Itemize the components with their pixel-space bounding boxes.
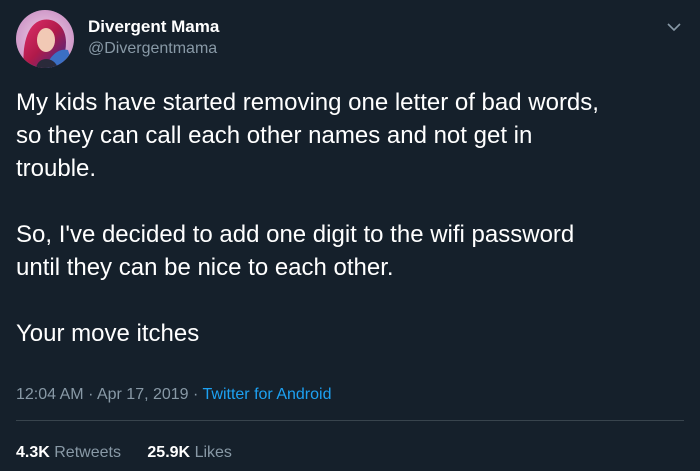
- likes-count: 25.9K: [147, 444, 191, 461]
- tweet-line: Your move itches: [16, 320, 200, 347]
- chevron-down-icon[interactable]: [664, 20, 684, 34]
- tweet-line: trouble.: [16, 155, 97, 182]
- avatar-image: [16, 10, 74, 68]
- divider: [16, 420, 684, 421]
- tweet-source-link[interactable]: Twitter for Android: [203, 386, 332, 403]
- display-name[interactable]: Divergent Mama: [88, 16, 219, 38]
- retweets-stat[interactable]: 4.3K Retweets: [16, 444, 125, 461]
- likes-stat[interactable]: 25.9K Likes: [147, 444, 232, 461]
- tweet-time[interactable]: 12:04 AM: [16, 386, 84, 403]
- meta-separator: ·: [193, 386, 199, 403]
- likes-label: Likes: [194, 444, 232, 461]
- tweet-text: My kids have started removing one letter…: [16, 86, 684, 350]
- retweets-count: 4.3K: [16, 444, 50, 461]
- tweet-header: Divergent Mama @Divergentmama: [16, 8, 684, 70]
- tweet-date[interactable]: Apr 17, 2019: [97, 386, 189, 403]
- tweet-stats: 4.3K Retweets 25.9K Likes: [16, 442, 232, 464]
- tweet-meta: 12:04 AM · Apr 17, 2019 · Twitter for An…: [16, 384, 331, 406]
- tweet-line: So, I've decided to add one digit to the…: [16, 221, 575, 248]
- user-names: Divergent Mama @Divergentmama: [88, 16, 219, 60]
- tweet-card: Divergent Mama @Divergentmama My kids ha…: [0, 0, 700, 471]
- tweet-line: until they can be nice to each other.: [16, 254, 394, 281]
- retweets-label: Retweets: [54, 444, 121, 461]
- tweet-line: My kids have started removing one letter…: [16, 89, 599, 116]
- user-handle[interactable]: @Divergentmama: [88, 38, 219, 60]
- avatar[interactable]: [16, 10, 74, 68]
- tweet-line: so they can call each other names and no…: [16, 122, 533, 149]
- meta-separator: ·: [88, 386, 94, 403]
